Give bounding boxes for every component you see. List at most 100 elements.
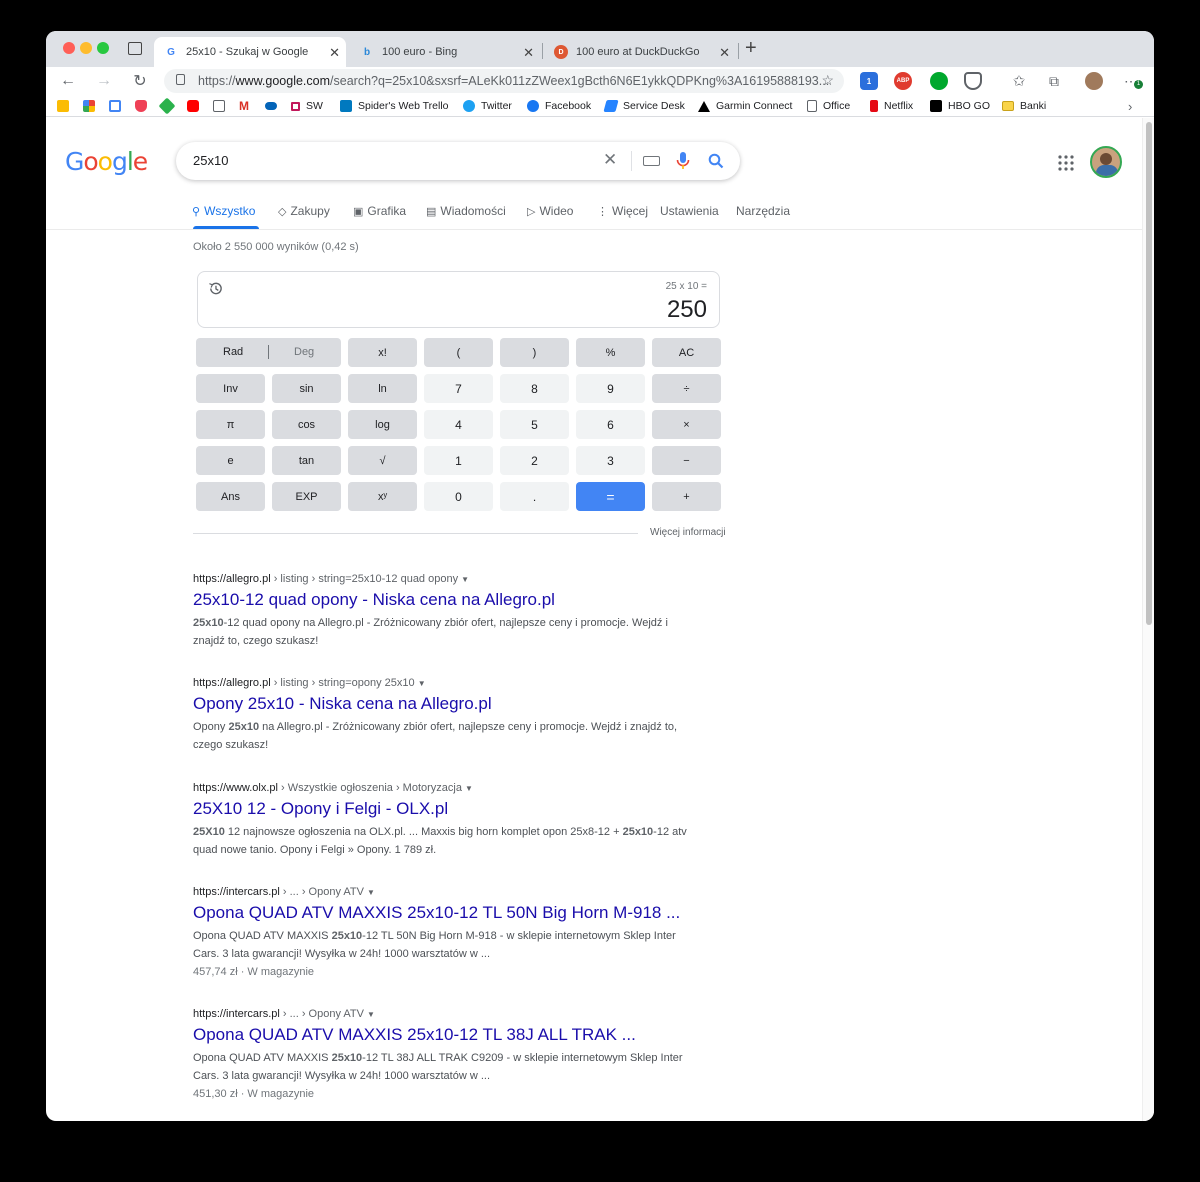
- maximize-window-button[interactable]: [97, 42, 109, 54]
- key-multiply[interactable]: ×: [652, 410, 721, 439]
- dropdown-arrow-icon[interactable]: ▼: [461, 575, 469, 584]
- pocket-icon[interactable]: [964, 72, 982, 90]
- result-title[interactable]: 25X10 12 - Opony i Felgi - OLX.pl: [193, 799, 693, 819]
- key-close-paren[interactable]: ): [500, 338, 569, 367]
- bookmark-twitter[interactable]: Twitter: [463, 98, 512, 114]
- key-5[interactable]: 5: [500, 410, 569, 439]
- result-url[interactable]: https://www.olx.pl › Wszystkie ogłoszeni…: [193, 782, 693, 794]
- tab-news[interactable]: ▤ Wiadomości: [426, 204, 506, 218]
- key-1[interactable]: 1: [424, 446, 493, 475]
- bookmark-trello[interactable]: Spider's Web Trello: [340, 98, 449, 114]
- tab-video[interactable]: ▷ Wideo: [527, 204, 573, 218]
- tab-shopping[interactable]: ◇ Zakupy: [278, 204, 330, 218]
- new-tab-button[interactable]: +: [745, 37, 757, 60]
- key-9[interactable]: 9: [576, 374, 645, 403]
- key-7[interactable]: 7: [424, 374, 493, 403]
- tab-tools[interactable]: Narzędzia: [736, 204, 790, 218]
- key-decimal[interactable]: .: [500, 482, 569, 511]
- result-url[interactable]: https://allegro.pl › listing › string=25…: [193, 573, 693, 585]
- key-rad[interactable]: Rad: [223, 346, 243, 358]
- key-0[interactable]: 0: [424, 482, 493, 511]
- forward-button[interactable]: →: [93, 70, 115, 92]
- microphone-icon[interactable]: [676, 152, 690, 170]
- result-title[interactable]: Opona QUAD ATV MAXXIS 25x10-12 TL 38J AL…: [193, 1025, 693, 1045]
- key-8[interactable]: 8: [500, 374, 569, 403]
- key-sin[interactable]: sin: [272, 374, 341, 403]
- bookmark-netflix[interactable]: Netflix: [870, 98, 913, 114]
- bookmark-facebook[interactable]: Facebook: [527, 98, 591, 114]
- clear-search-icon[interactable]: ✕: [603, 150, 617, 170]
- profile-avatar-icon[interactable]: [1085, 72, 1103, 90]
- keyboard-icon[interactable]: [643, 156, 660, 166]
- key-deg[interactable]: Deg: [294, 346, 314, 358]
- tab-duckduckgo[interactable]: D 100 euro at DuckDuckGo ✕: [544, 37, 736, 67]
- google-account-avatar[interactable]: [1090, 146, 1122, 178]
- google-apps-icon[interactable]: [1058, 155, 1074, 171]
- search-icon[interactable]: [708, 153, 724, 169]
- tab-images[interactable]: ▣ Grafika: [353, 204, 406, 218]
- result-url[interactable]: https://intercars.pl › ... › Opony ATV ▼: [193, 886, 693, 898]
- minimize-window-button[interactable]: [80, 42, 92, 54]
- dropdown-arrow-icon[interactable]: ▼: [367, 1010, 375, 1019]
- key-inverse[interactable]: Inv: [196, 374, 265, 403]
- tab-more[interactable]: ⋮ Więcej: [597, 204, 648, 218]
- bookmark-photos-icon[interactable]: [83, 98, 101, 114]
- key-cos[interactable]: cos: [272, 410, 341, 439]
- bookmark-sw[interactable]: SW: [291, 98, 323, 114]
- result-title[interactable]: 25x10-12 quad opony - Niska cena na Alle…: [193, 590, 693, 610]
- tab-actions-icon[interactable]: [128, 42, 142, 55]
- collections-icon[interactable]: ⧉: [1043, 70, 1065, 92]
- back-button[interactable]: ←: [57, 70, 79, 92]
- tab-bing[interactable]: b 100 euro - Bing ✕: [350, 37, 540, 67]
- adblock-plus-icon[interactable]: ABP: [894, 72, 912, 90]
- dropdown-arrow-icon[interactable]: ▼: [367, 888, 375, 897]
- bookmark-service-desk[interactable]: Service Desk: [603, 98, 685, 114]
- reload-button[interactable]: ↻: [129, 70, 151, 92]
- result-url[interactable]: https://allegro.pl › listing › string=op…: [193, 677, 693, 689]
- bookmark-youtube-icon[interactable]: [187, 98, 205, 114]
- scrollbar[interactable]: [1142, 118, 1154, 1121]
- key-6[interactable]: 6: [576, 410, 645, 439]
- more-info-link[interactable]: Więcej informacji: [650, 527, 726, 538]
- favorite-star-icon[interactable]: ☆: [821, 72, 834, 89]
- bookmark-garmin[interactable]: Garmin Connect: [698, 98, 792, 114]
- key-2[interactable]: 2: [500, 446, 569, 475]
- bookmark-keep-icon[interactable]: [57, 98, 75, 114]
- key-e[interactable]: e: [196, 446, 265, 475]
- bookmark-feedly-icon[interactable]: [158, 97, 179, 115]
- key-ln[interactable]: ln: [348, 374, 417, 403]
- address-bar[interactable]: https://www.google.com/search?q=25x10&sx…: [164, 69, 844, 93]
- bookmark-pocket-icon[interactable]: [135, 98, 153, 114]
- key-equals[interactable]: =: [576, 482, 645, 511]
- key-factorial[interactable]: x!: [348, 338, 417, 367]
- close-tab-icon[interactable]: ✕: [523, 45, 534, 61]
- key-plus[interactable]: +: [652, 482, 721, 511]
- rad-deg-toggle[interactable]: Rad Deg: [196, 338, 341, 367]
- bookmark-onedrive-icon[interactable]: [265, 98, 283, 114]
- key-4[interactable]: 4: [424, 410, 493, 439]
- key-all-clear[interactable]: AC: [652, 338, 721, 367]
- scrollbar-thumb[interactable]: [1146, 122, 1152, 625]
- tab-google[interactable]: G 25x10 - Szukaj w Google ✕: [154, 37, 346, 67]
- result-title[interactable]: Opony 25x10 - Niska cena na Allegro.pl: [193, 694, 693, 714]
- close-window-button[interactable]: [63, 42, 75, 54]
- bookmark-office[interactable]: Office: [807, 98, 850, 114]
- key-percent[interactable]: %: [576, 338, 645, 367]
- bookmarks-overflow-chevron-icon[interactable]: ›: [1128, 98, 1132, 114]
- search-box[interactable]: 25x10 ✕: [176, 142, 740, 180]
- key-divide[interactable]: ÷: [652, 374, 721, 403]
- key-sqrt[interactable]: √: [348, 446, 417, 475]
- key-pi[interactable]: π: [196, 410, 265, 439]
- google-logo[interactable]: Google: [65, 147, 148, 176]
- key-exp[interactable]: EXP: [272, 482, 341, 511]
- extension-translate-icon[interactable]: 1: [860, 72, 878, 90]
- bookmark-docs-icon[interactable]: [213, 98, 231, 114]
- key-open-paren[interactable]: (: [424, 338, 493, 367]
- result-title[interactable]: Opona QUAD ATV MAXXIS 25x10-12 TL 50N Bi…: [193, 903, 693, 923]
- key-3[interactable]: 3: [576, 446, 645, 475]
- bookmark-calendar-icon[interactable]: [109, 98, 127, 114]
- key-log[interactable]: log: [348, 410, 417, 439]
- bookmark-gmail-icon[interactable]: M: [239, 98, 249, 114]
- key-power[interactable]: xʸ: [348, 482, 417, 511]
- close-tab-icon[interactable]: ✕: [719, 45, 730, 61]
